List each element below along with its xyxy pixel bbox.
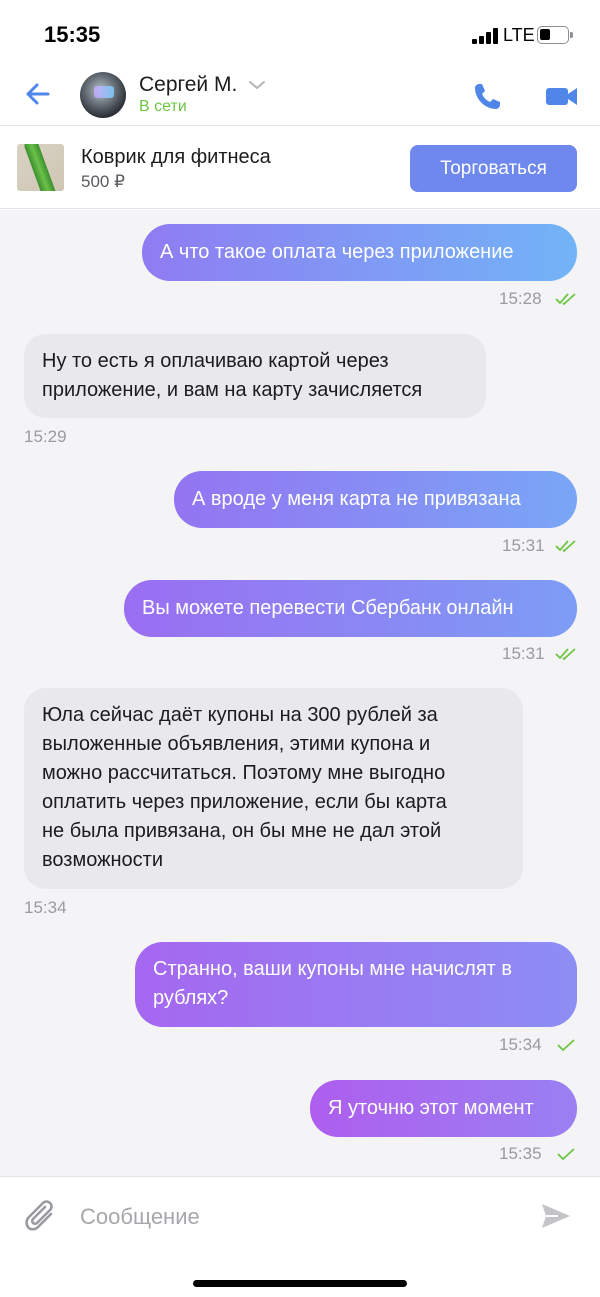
paperclip-icon xyxy=(25,1200,53,1231)
status-bar: 15:35 LTE xyxy=(0,0,600,66)
chevron-down-icon[interactable] xyxy=(248,78,266,92)
message-list[interactable]: А что такое оплата через приложение 15:2… xyxy=(0,210,600,1176)
network-type: LTE xyxy=(503,25,535,45)
incoming-message[interactable]: Ну то есть я оплачиваю картой через прил… xyxy=(24,334,486,418)
message-composer xyxy=(0,1176,600,1297)
product-thumbnail[interactable] xyxy=(17,144,64,191)
video-call-button[interactable] xyxy=(544,82,580,110)
avatar[interactable] xyxy=(80,72,126,118)
video-camera-icon xyxy=(546,88,577,105)
message-time: 15:34 xyxy=(24,898,67,917)
outgoing-message[interactable]: Вы можете перевести Сбербанк онлайн xyxy=(124,580,577,637)
message-time: 15:31 xyxy=(502,644,545,663)
check-icon xyxy=(557,1039,575,1052)
chat-header: Сергей М. В сети xyxy=(0,66,600,126)
message-time: 15:28 xyxy=(499,289,542,308)
message-time: 15:29 xyxy=(24,427,67,446)
back-arrow-icon xyxy=(26,83,50,105)
call-button[interactable] xyxy=(470,80,504,114)
home-indicator[interactable] xyxy=(193,1280,407,1287)
message-input[interactable] xyxy=(80,1199,520,1235)
status-time: 15:35 xyxy=(44,22,101,47)
send-button[interactable] xyxy=(540,1201,572,1231)
message-text: Я уточню этот момент xyxy=(328,1097,534,1119)
message-time: 15:31 xyxy=(502,536,545,555)
message-time: 15:34 xyxy=(499,1035,542,1054)
message-text: Странно, ваши купоны мне начислят в рубл… xyxy=(153,958,513,1009)
send-icon xyxy=(542,1204,570,1228)
attach-button[interactable] xyxy=(24,1199,58,1235)
message-text: А вроде у меня карта не привязана xyxy=(192,488,521,510)
message-text: Вы можете перевести Сбербанк онлайн xyxy=(142,597,514,619)
contact-status: В сети xyxy=(139,98,187,115)
signal-strength-icon xyxy=(472,28,500,44)
product-title[interactable]: Коврик для фитнеса xyxy=(81,146,271,169)
battery-icon xyxy=(537,26,573,44)
message-text: Ну то есть я оплачиваю картой через прил… xyxy=(42,350,423,401)
message-text: А что такое оплата через приложение xyxy=(160,241,514,263)
check-icon xyxy=(557,1148,575,1161)
double-check-icon xyxy=(555,648,576,661)
trade-button[interactable]: Торговаться xyxy=(410,145,577,192)
outgoing-message[interactable]: А что такое оплата через приложение xyxy=(142,224,577,281)
incoming-message[interactable]: Юла сейчас даёт купоны на 300 рублей за … xyxy=(24,688,523,889)
message-time: 15:35 xyxy=(499,1144,542,1163)
outgoing-message[interactable]: Я уточню этот момент xyxy=(310,1080,577,1137)
message-text: Юла сейчас даёт купоны на 300 рублей за … xyxy=(42,704,447,871)
phone-icon xyxy=(475,84,500,109)
product-price: 500 ₽ xyxy=(81,172,125,191)
product-bar: Коврик для фитнеса 500 ₽ Торговаться xyxy=(0,127,600,209)
double-check-icon xyxy=(555,540,576,553)
outgoing-message[interactable]: Странно, ваши купоны мне начислят в рубл… xyxy=(135,942,577,1027)
double-check-icon xyxy=(555,293,576,306)
outgoing-message[interactable]: А вроде у меня карта не привязана xyxy=(174,471,577,528)
back-button[interactable] xyxy=(22,78,54,110)
contact-name[interactable]: Сергей М. xyxy=(139,73,237,97)
